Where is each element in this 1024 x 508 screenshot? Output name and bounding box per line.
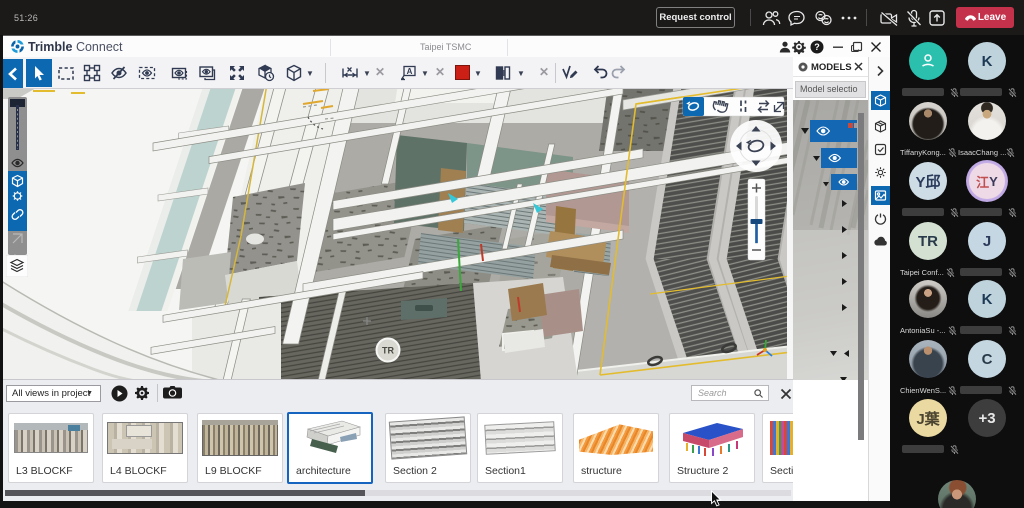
svg-text:A: A [407, 67, 413, 76]
svg-text:TR: TR [382, 346, 394, 356]
svg-text:?: ? [814, 42, 820, 52]
